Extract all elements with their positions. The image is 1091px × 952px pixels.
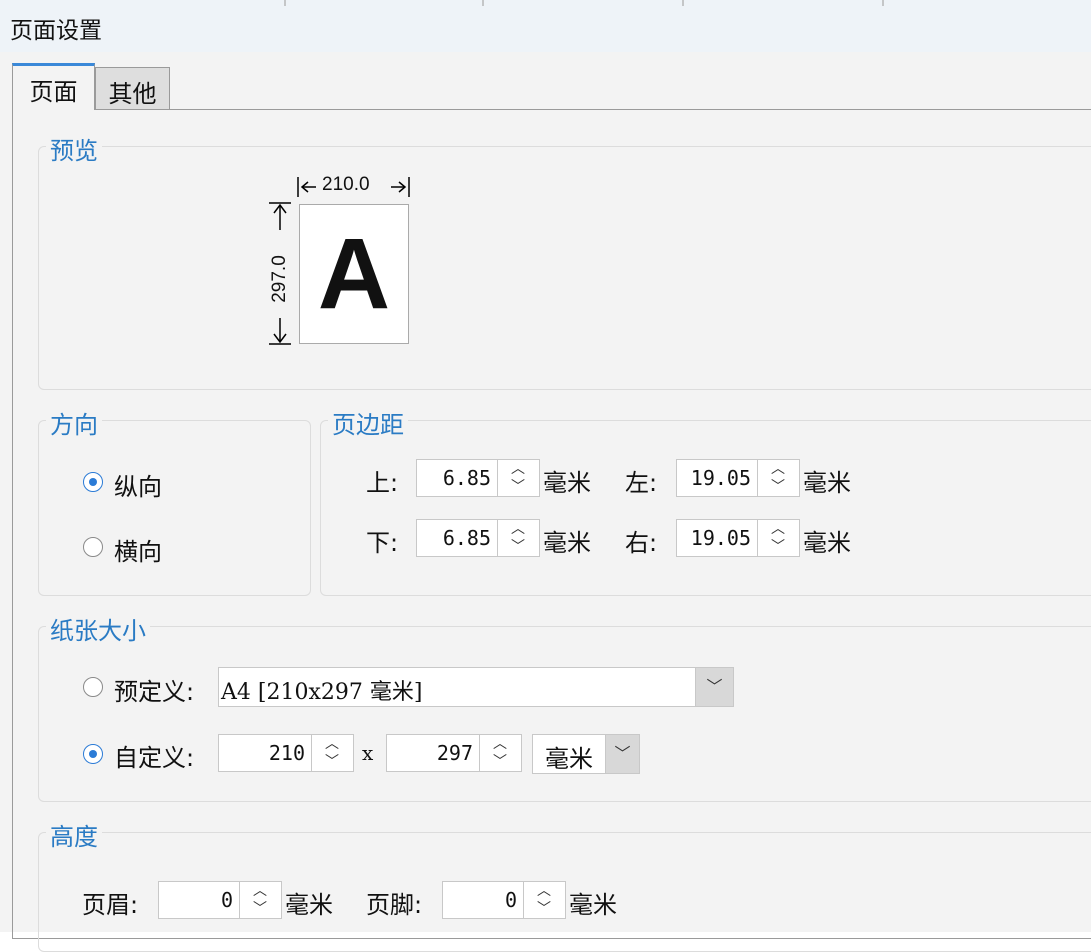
chevron-down-icon[interactable]: ﹀ xyxy=(758,478,798,496)
margin-top-stepper[interactable]: ︿ ﹀ xyxy=(498,459,540,497)
margins-group xyxy=(320,420,1091,596)
chevron-down-icon[interactable]: ﹀ xyxy=(312,753,352,771)
footer-stepper[interactable]: ︿ ﹀ xyxy=(524,881,566,919)
header-input[interactable]: 0 xyxy=(158,881,240,919)
footer-label: 页脚: xyxy=(366,891,423,919)
chevron-up-icon[interactable]: ︿ xyxy=(524,882,564,900)
predefined-paper-value: A4 [210x297 毫米] xyxy=(221,680,423,705)
preview-group xyxy=(38,146,1091,390)
chevron-down-icon[interactable]: ﹀ xyxy=(524,900,564,918)
background-ruler xyxy=(284,0,884,6)
chevron-down-icon[interactable]: ﹀ xyxy=(498,478,538,496)
chevron-down-icon[interactable]: ﹀ xyxy=(758,538,798,556)
chevron-down-icon[interactable]: ﹀ xyxy=(498,538,538,556)
footer-spinner[interactable]: 0 ︿ ﹀ xyxy=(442,881,566,919)
margin-right-unit: 毫米 xyxy=(803,529,851,557)
preview-width-label: 210.0 xyxy=(322,174,370,195)
margin-left-input[interactable]: 19.05 xyxy=(676,459,758,497)
preview-legend: 预览 xyxy=(46,131,102,166)
chevron-down-icon[interactable]: ﹀ xyxy=(480,753,520,771)
footer-input[interactable]: 0 xyxy=(442,881,524,919)
header-unit: 毫米 xyxy=(285,891,333,919)
chevron-down-icon[interactable]: ﹀ xyxy=(240,900,280,918)
paper-size-legend: 纸张大小 xyxy=(46,611,150,646)
window-title: 页面设置 xyxy=(10,18,102,44)
chevron-up-icon[interactable]: ︿ xyxy=(498,520,538,538)
margin-bottom-spinner[interactable]: 6.85 ︿ ﹀ xyxy=(416,519,540,557)
landscape-label[interactable]: 横向 xyxy=(114,532,162,567)
margin-right-stepper[interactable]: ︿ ﹀ xyxy=(758,519,800,557)
margin-right-input[interactable]: 19.05 xyxy=(676,519,758,557)
custom-width-input[interactable]: 210 xyxy=(218,734,312,772)
chevron-up-icon[interactable]: ︿ xyxy=(240,882,280,900)
margin-right-spinner[interactable]: 19.05 ︿ ﹀ xyxy=(676,519,800,557)
header-label: 页眉: xyxy=(82,891,139,919)
margin-bottom-unit: 毫米 xyxy=(543,529,591,557)
orientation-legend: 方向 xyxy=(46,405,102,440)
margin-right-label: 右: xyxy=(625,529,658,557)
custom-label[interactable]: 自定义: xyxy=(114,738,194,773)
custom-unit-value: 毫米 xyxy=(545,745,593,773)
custom-height-spinner[interactable]: 297 ︿ ﹀ xyxy=(386,734,522,772)
times-symbol: x xyxy=(362,741,374,765)
portrait-label[interactable]: 纵向 xyxy=(114,467,162,502)
margin-left-stepper[interactable]: ︿ ﹀ xyxy=(758,459,800,497)
tab-other[interactable]: 其他 xyxy=(95,67,170,110)
margin-top-label: 上: xyxy=(366,469,399,497)
custom-width-stepper[interactable]: ︿ ﹀ xyxy=(312,734,354,772)
margin-left-spinner[interactable]: 19.05 ︿ ﹀ xyxy=(676,459,800,497)
chevron-up-icon[interactable]: ︿ xyxy=(758,520,798,538)
preview-height-label: 297.0 xyxy=(269,255,290,303)
custom-width-spinner[interactable]: 210 ︿ ﹀ xyxy=(218,734,354,772)
paper-preview-letter: A xyxy=(317,218,391,330)
chevron-down-icon[interactable]: ﹀ xyxy=(695,668,733,706)
margin-bottom-label: 下: xyxy=(366,529,399,557)
predefined-paper-select[interactable]: A4 [210x297 毫米] ﹀ xyxy=(218,667,734,707)
portrait-radio[interactable] xyxy=(83,472,103,492)
custom-height-input[interactable]: 297 xyxy=(386,734,480,772)
margin-top-spinner[interactable]: 6.85 ︿ ﹀ xyxy=(416,459,540,497)
header-stepper[interactable]: ︿ ﹀ xyxy=(240,881,282,919)
margin-bottom-input[interactable]: 6.85 xyxy=(416,519,498,557)
margins-legend: 页边距 xyxy=(328,405,408,440)
custom-height-stepper[interactable]: ︿ ﹀ xyxy=(480,734,522,772)
margin-left-unit: 毫米 xyxy=(803,469,851,497)
header-spinner[interactable]: 0 ︿ ﹀ xyxy=(158,881,282,919)
chevron-down-icon[interactable]: ﹀ xyxy=(605,735,639,773)
chevron-up-icon[interactable]: ︿ xyxy=(758,460,798,478)
custom-unit-select[interactable]: 毫米 ﹀ xyxy=(532,734,640,774)
landscape-radio[interactable] xyxy=(83,537,103,557)
margin-top-unit: 毫米 xyxy=(543,469,591,497)
paper-size-group xyxy=(38,626,1091,802)
tab-page[interactable]: 页面 xyxy=(12,63,95,110)
predefined-radio[interactable] xyxy=(83,677,103,697)
custom-radio[interactable] xyxy=(83,744,103,764)
margin-left-label: 左: xyxy=(625,469,658,497)
margin-bottom-stepper[interactable]: ︿ ﹀ xyxy=(498,519,540,557)
title-bar: 页面设置 xyxy=(0,0,1091,52)
orientation-group xyxy=(38,420,311,596)
footer-unit: 毫米 xyxy=(569,891,617,919)
margin-top-input[interactable]: 6.85 xyxy=(416,459,498,497)
height-legend: 高度 xyxy=(46,817,102,852)
chevron-up-icon[interactable]: ︿ xyxy=(480,735,520,753)
predefined-label[interactable]: 预定义: xyxy=(114,672,194,707)
chevron-up-icon[interactable]: ︿ xyxy=(498,460,538,478)
chevron-up-icon[interactable]: ︿ xyxy=(312,735,352,753)
